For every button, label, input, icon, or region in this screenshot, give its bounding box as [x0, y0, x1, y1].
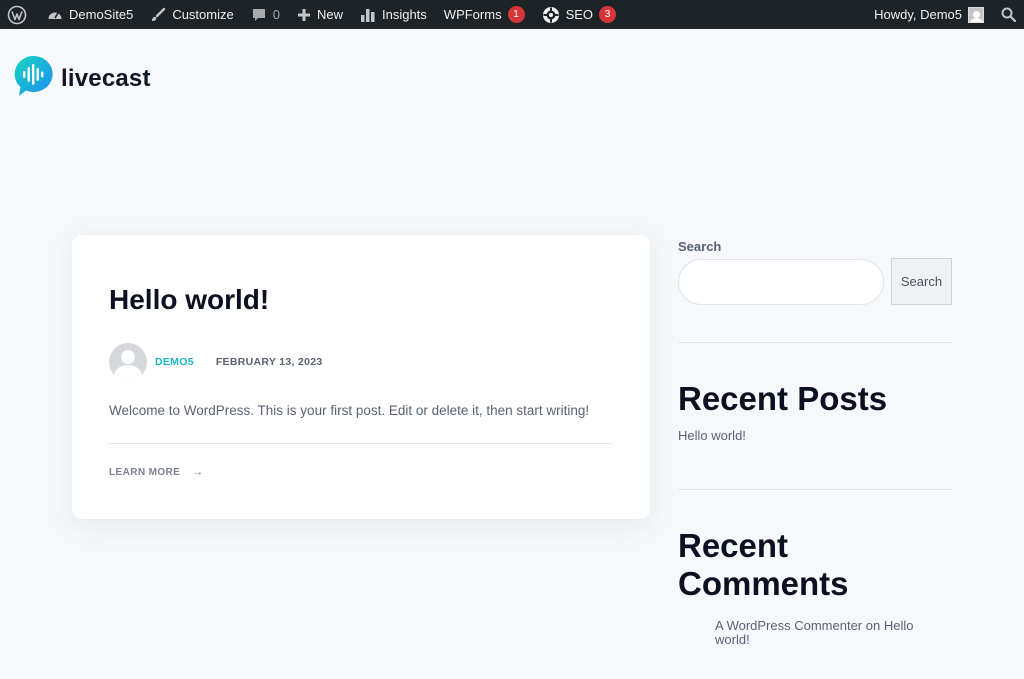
comments-button[interactable]: 0: [241, 0, 287, 29]
comments-count: 0: [272, 7, 280, 22]
learn-more-link[interactable]: LEARN MORE →: [109, 466, 204, 478]
wordpress-icon: [7, 5, 27, 25]
plus-icon: [297, 8, 311, 22]
post-title[interactable]: Hello world!: [109, 284, 269, 316]
wpforms-button[interactable]: WPForms 1: [434, 0, 532, 29]
wpforms-label: WPForms: [443, 7, 502, 22]
admin-bar-secondary: Howdy, Demo5: [867, 0, 1024, 29]
customize-label: Customize: [172, 7, 234, 22]
post-date: FEBRUARY 13, 2023: [215, 356, 323, 368]
insights-label: Insights: [381, 7, 427, 22]
seo-gear-icon: [542, 6, 560, 24]
livecast-logo-icon: [13, 55, 53, 102]
bar-chart-icon: [360, 7, 376, 23]
admin-search-button[interactable]: [991, 0, 1024, 29]
wordpress-logo-button[interactable]: [0, 0, 34, 29]
seo-count-badge: 3: [599, 6, 617, 23]
search-icon: [1001, 7, 1016, 22]
user-avatar: [968, 6, 984, 23]
seo-label: SEO: [565, 7, 594, 22]
new-content-button[interactable]: New: [287, 0, 350, 29]
logo-wordmark: livecast: [61, 64, 151, 92]
author-avatar: [109, 343, 147, 381]
card-divider: [109, 443, 612, 444]
recent-comment-line1[interactable]: A WordPress Commenter on Hello: [715, 618, 913, 633]
recent-comments-heading-line2: Comments: [678, 565, 849, 602]
arrow-right-icon: →: [192, 466, 204, 478]
site-logo[interactable]: livecast: [13, 55, 151, 102]
post-excerpt: Welcome to WordPress. This is your first…: [109, 403, 590, 418]
search-input[interactable]: [678, 259, 884, 305]
post-meta: DEMO5 FEBRUARY 13, 2023: [109, 343, 323, 381]
my-account-menu[interactable]: Howdy, Demo5: [867, 0, 991, 29]
insights-button[interactable]: Insights: [350, 0, 434, 29]
howdy-label: Howdy, Demo5: [874, 7, 962, 22]
recent-comment-line2[interactable]: world!: [715, 632, 750, 647]
wpforms-count-badge: 1: [507, 6, 525, 23]
seo-button[interactable]: SEO 3: [532, 0, 623, 29]
recent-posts-heading: Recent Posts: [678, 380, 888, 417]
learn-more-label: LEARN MORE: [109, 466, 181, 478]
post-author-link[interactable]: DEMO5: [155, 356, 194, 368]
search-label: Search: [678, 239, 722, 254]
comment-bubble-icon: [251, 7, 267, 23]
admin-bar: DemoSite5 Customize 0 New Insights WPFor…: [0, 0, 1024, 29]
search-button[interactable]: Search: [891, 258, 952, 305]
site-name-label: DemoSite5: [69, 7, 134, 22]
customize-button[interactable]: Customize: [140, 0, 240, 29]
recent-post-link[interactable]: Hello world!: [678, 428, 746, 443]
paintbrush-icon: [150, 7, 166, 23]
new-label: New: [316, 7, 343, 22]
sidebar-divider: [678, 342, 952, 343]
dashboard-icon: [47, 7, 63, 23]
sidebar-divider: [678, 489, 952, 490]
site-name-menu[interactable]: DemoSite5: [34, 0, 140, 29]
recent-comments-heading-line1: Recent: [678, 527, 789, 564]
post-card: Hello world! DEMO5 FEBRUARY 13, 2023 Wel…: [72, 235, 650, 519]
